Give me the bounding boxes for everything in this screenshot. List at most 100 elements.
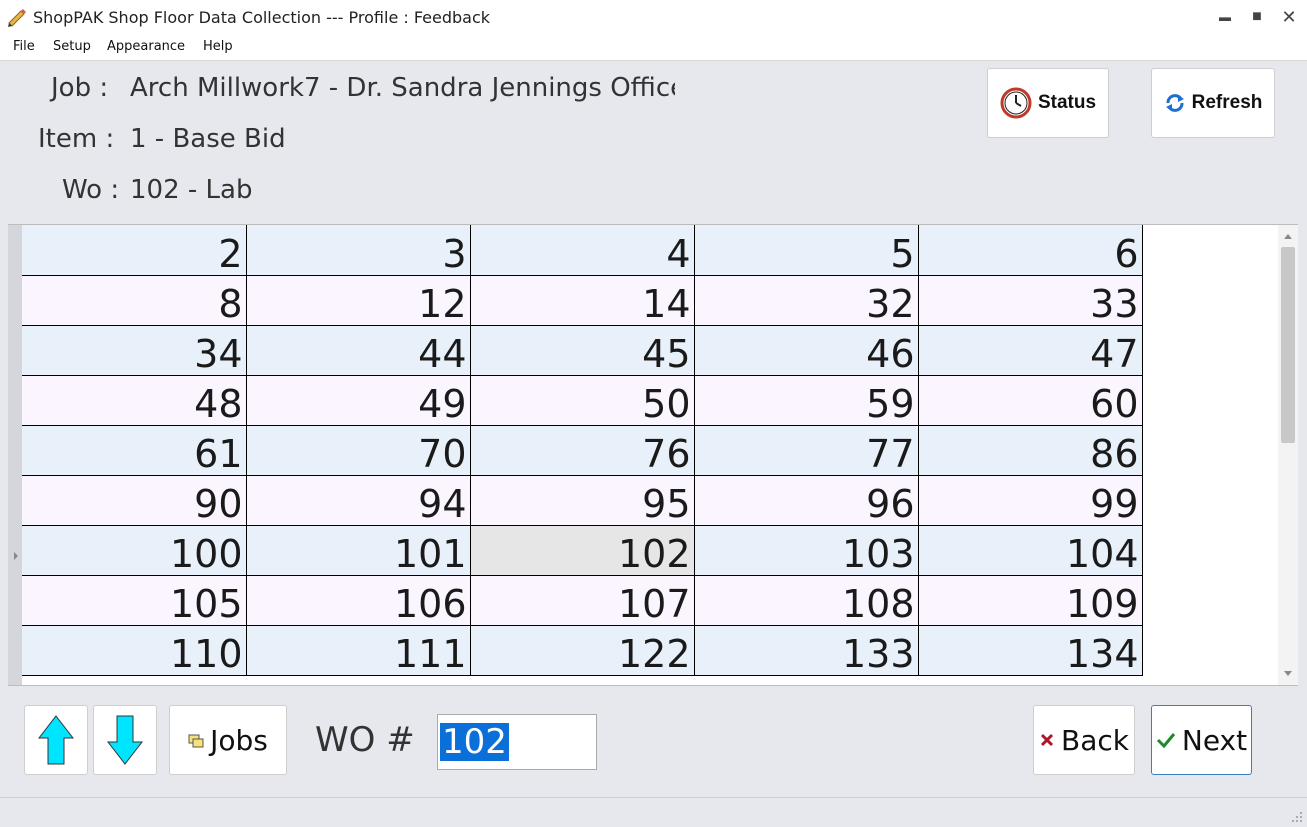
table-row[interactable]: 8 12 14 32 33 <box>22 275 1143 326</box>
grid-cell[interactable]: 14 <box>470 275 695 326</box>
pencil-icon <box>8 9 26 27</box>
maximize-button[interactable]: ■ <box>1242 4 1272 30</box>
status-label: Status <box>1037 92 1097 113</box>
grid-cell[interactable]: 2 <box>22 225 247 276</box>
grid-cell[interactable]: 4 <box>470 225 695 276</box>
grid-cell[interactable]: 102 <box>470 525 695 576</box>
grid-cell[interactable]: 95 <box>470 475 695 526</box>
grid-cell[interactable]: 104 <box>918 525 1143 576</box>
refresh-icon <box>1165 94 1184 112</box>
menu-bar: File Setup Appearance Help <box>0 34 1307 61</box>
back-button[interactable]: Back <box>1033 705 1135 775</box>
table-row[interactable]: 90 94 95 96 99 <box>22 475 1143 526</box>
menu-appearance[interactable]: Appearance <box>107 39 185 54</box>
grid-cell[interactable]: 32 <box>694 275 919 326</box>
table-row[interactable]: 23456 <box>22 225 1143 276</box>
item-label: Item : <box>38 124 115 154</box>
item-value: 1 - Base Bid <box>130 124 286 154</box>
next-label: Next <box>1181 723 1248 757</box>
grid-cell[interactable]: 34 <box>22 325 247 376</box>
arrow-down-icon <box>106 715 144 765</box>
minimize-button[interactable]: ▬ <box>1210 4 1240 30</box>
wo-number-value: 102 <box>440 722 509 762</box>
title-bar: ShopPAK Shop Floor Data Collection --- P… <box>0 0 1307 34</box>
menu-setup[interactable]: Setup <box>53 39 91 54</box>
checkmark-icon <box>1156 733 1176 749</box>
grid-cell[interactable]: 8 <box>22 275 247 326</box>
jobs-label: Jobs <box>210 723 268 757</box>
status-button[interactable]: Status <box>987 68 1109 138</box>
grid-cell[interactable]: 45 <box>470 325 695 376</box>
scrollbar-thumb[interactable] <box>1281 247 1295 443</box>
back-label: Back <box>1061 723 1129 757</box>
grid-cell[interactable]: 105 <box>22 575 247 626</box>
grid-cell[interactable]: 70 <box>246 425 471 476</box>
scroll-down-button[interactable] <box>93 705 157 775</box>
grid-cell[interactable]: 133 <box>694 625 919 676</box>
row-header-column <box>8 225 22 685</box>
x-icon <box>1040 733 1054 747</box>
grid-cell[interactable]: 60 <box>918 375 1143 426</box>
grid-cell[interactable]: 100 <box>22 525 247 576</box>
grid-cell[interactable]: 99 <box>918 475 1143 526</box>
wo-number-label: WO # <box>315 720 415 760</box>
grid-cell[interactable]: 48 <box>22 375 247 426</box>
row-indicator-icon <box>14 552 18 560</box>
table-row[interactable]: 110 111 122 133 134 <box>22 625 1143 676</box>
grid-cell[interactable]: 90 <box>22 475 247 526</box>
grid-cell[interactable]: 44 <box>246 325 471 376</box>
job-value: Arch Millwork7 - Dr. Sandra Jennings Off… <box>130 73 675 103</box>
wo-grid-table: 2 3 4 5 6 8 12 14 32 33 34 44 45 46 47 48 49 50 59 60 61 70 76… <box>22 225 1143 676</box>
grid-cell[interactable]: 76 <box>470 425 695 476</box>
grid-cell[interactable]: 47 <box>918 325 1143 376</box>
wo-label: Wo : <box>62 175 120 205</box>
grid-cell[interactable]: 108 <box>694 575 919 626</box>
work-order-grid: 2 3 4 5 6 8 12 14 32 33 34 44 45 46 47 48 49 50 59 60 61 70 76… <box>8 224 1298 686</box>
table-row[interactable]: 48 49 50 59 60 <box>22 375 1143 426</box>
grid-cell[interactable]: 109 <box>918 575 1143 626</box>
grid-cell[interactable]: 59 <box>694 375 919 426</box>
grid-cell[interactable]: 134 <box>918 625 1143 676</box>
refresh-button[interactable]: Refresh <box>1151 68 1275 138</box>
grid-cell[interactable]: 46 <box>694 325 919 376</box>
grid-cell[interactable]: 49 <box>246 375 471 426</box>
grid-cell[interactable]: 86 <box>918 425 1143 476</box>
grid-cell[interactable]: 111 <box>246 625 471 676</box>
vertical-scrollbar[interactable] <box>1278 225 1298 685</box>
table-row[interactable]: 34 44 45 46 47 <box>22 325 1143 376</box>
scroll-up-button[interactable] <box>24 705 88 775</box>
grid-cell[interactable]: 110 <box>22 625 247 676</box>
jobs-button[interactable]: Jobs <box>169 705 287 775</box>
grid-cell[interactable]: 5 <box>694 225 919 276</box>
refresh-label: Refresh <box>1191 92 1263 113</box>
grid-cell[interactable]: 106 <box>246 575 471 626</box>
grid-cell[interactable]: 61 <box>22 425 247 476</box>
status-bar <box>0 797 1307 827</box>
folders-icon <box>188 734 204 748</box>
table-row[interactable]: 61 70 76 77 86 <box>22 425 1143 476</box>
grid-cell[interactable]: 33 <box>918 275 1143 326</box>
grid-cell[interactable]: 101 <box>246 525 471 576</box>
grid-cell[interactable]: 77 <box>694 425 919 476</box>
menu-help[interactable]: Help <box>203 39 233 54</box>
grid-cell[interactable]: 107 <box>470 575 695 626</box>
grid-cell[interactable]: 6 <box>918 225 1143 276</box>
arrow-up-icon <box>37 715 75 765</box>
grid-cell[interactable]: 50 <box>470 375 695 426</box>
table-row[interactable]: 100 101 102 103 104 <box>22 525 1143 576</box>
next-button[interactable]: Next <box>1151 705 1252 775</box>
wo-number-input[interactable]: 102 <box>437 714 597 770</box>
resize-grip-icon[interactable] <box>1291 811 1303 823</box>
close-button[interactable]: ✕ <box>1274 4 1304 30</box>
clock-icon <box>1000 87 1032 119</box>
window-title: ShopPAK Shop Floor Data Collection --- P… <box>33 8 491 27</box>
menu-file[interactable]: File <box>13 39 35 54</box>
grid-cell[interactable]: 12 <box>246 275 471 326</box>
grid-cell[interactable]: 94 <box>246 475 471 526</box>
grid-cell[interactable]: 96 <box>694 475 919 526</box>
grid-cell[interactable]: 103 <box>694 525 919 576</box>
wo-value: 102 - Lab <box>130 175 253 205</box>
grid-cell[interactable]: 122 <box>470 625 695 676</box>
table-row[interactable]: 105 106 107 108 109 <box>22 575 1143 626</box>
grid-cell[interactable]: 3 <box>246 225 471 276</box>
